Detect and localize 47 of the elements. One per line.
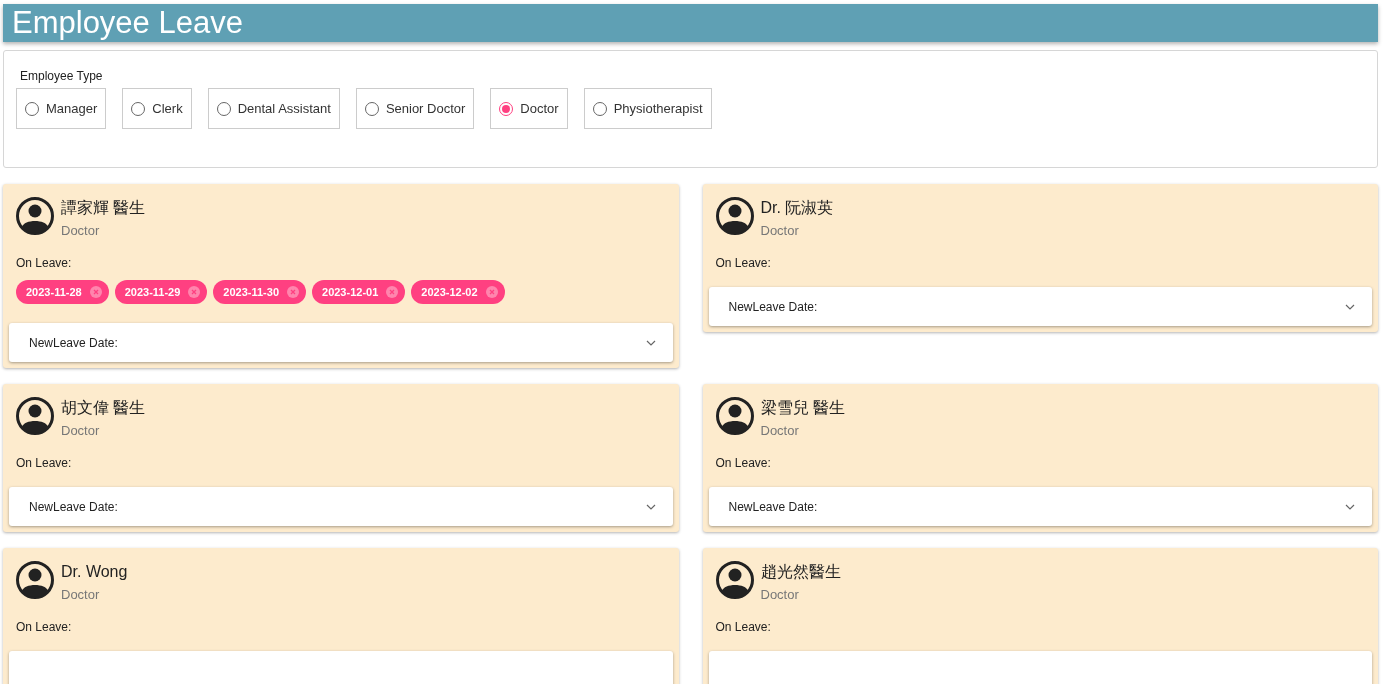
- user-avatar-icon: [715, 397, 754, 435]
- page-title: Employee Leave: [3, 4, 1378, 42]
- new-leave-date-picker[interactable]: NewLeave Date:: [9, 323, 673, 362]
- radio-option[interactable]: Manager: [16, 88, 107, 129]
- user-avatar-icon: [16, 197, 54, 235]
- employee-name: Dr. 阮淑英: [760, 198, 834, 218]
- radio-option[interactable]: Doctor: [490, 88, 568, 129]
- employee-role: Doctor: [61, 223, 101, 238]
- employee-role: Doctor: [61, 423, 101, 438]
- remove-icon[interactable]: [188, 286, 201, 298]
- filter-label: Employee Type: [20, 69, 104, 83]
- remove-icon[interactable]: [89, 286, 102, 298]
- remove-icon[interactable]: [386, 286, 399, 298]
- employee-role: Doctor: [760, 423, 800, 438]
- radio-option[interactable]: Clerk: [122, 88, 192, 129]
- user-avatar-icon: [715, 561, 754, 599]
- on-leave-label: On Leave:: [715, 456, 772, 470]
- user-avatar-icon: [16, 561, 54, 599]
- user-avatar-icon: [16, 397, 54, 435]
- radio-option[interactable]: Dental Assistant: [207, 88, 340, 129]
- on-leave-label: On Leave:: [16, 620, 73, 634]
- on-leave-label: On Leave:: [715, 620, 772, 634]
- employee-role: Doctor: [61, 587, 101, 602]
- on-leave-label: On Leave:: [16, 456, 73, 470]
- chevron-down-icon: [645, 339, 656, 346]
- employee-name: 趙光然醫生: [760, 562, 841, 582]
- radio-option[interactable]: Physiotherapist: [583, 88, 712, 129]
- employee-name: 胡文偉 醫生: [61, 398, 146, 418]
- new-leave-date-picker[interactable]: [708, 651, 1372, 684]
- new-leave-date-picker[interactable]: NewLeave Date:: [708, 487, 1372, 526]
- new-leave-date-picker[interactable]: NewLeave Date:: [9, 487, 673, 526]
- employee-role: Doctor: [760, 223, 800, 238]
- on-leave-label: On Leave:: [16, 256, 73, 270]
- on-leave-label: On Leave:: [715, 256, 772, 270]
- employee-role: Doctor: [760, 587, 800, 602]
- employee-name: 梁雪兒 醫生: [760, 398, 845, 418]
- radio-option[interactable]: Senior Doctor: [355, 88, 475, 129]
- employee-name: Dr. Wong: [61, 562, 128, 582]
- remove-icon[interactable]: [287, 286, 299, 298]
- new-leave-date-picker[interactable]: [9, 651, 673, 684]
- chevron-down-icon: [1345, 503, 1355, 510]
- employee-name: 譚家輝 醫生: [61, 198, 146, 218]
- remove-icon[interactable]: [485, 286, 498, 298]
- chevron-down-icon: [645, 503, 656, 510]
- chevron-down-icon: [1345, 303, 1355, 310]
- new-leave-date-picker[interactable]: NewLeave Date:: [708, 287, 1372, 326]
- user-avatar-icon: [715, 197, 754, 235]
